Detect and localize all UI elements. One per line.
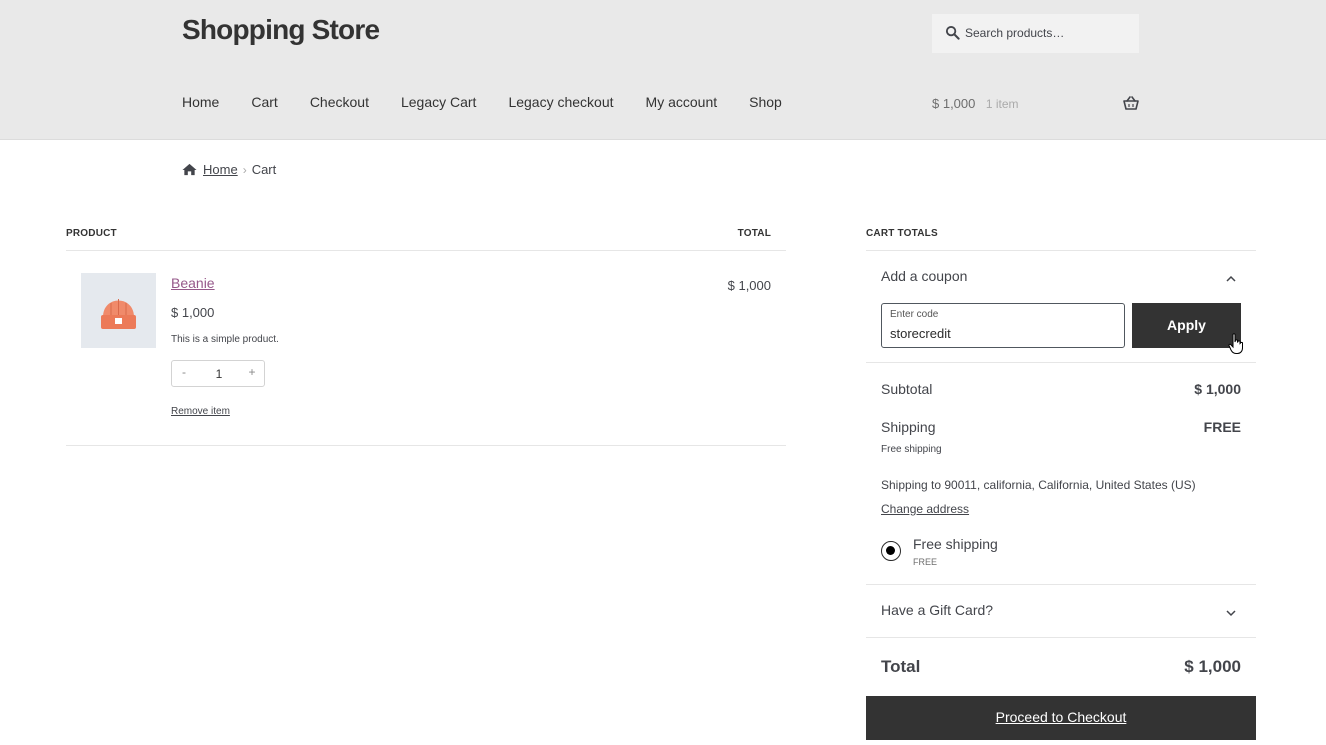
proceed-to-checkout-button[interactable]: Proceed to Checkout xyxy=(866,696,1256,740)
breadcrumb-home-link[interactable]: Home xyxy=(203,162,238,177)
beanie-image xyxy=(101,299,136,329)
mini-cart-count: 1 item xyxy=(985,97,1019,111)
breadcrumb: Home › Cart xyxy=(182,162,276,177)
shipping-method: Free shipping xyxy=(881,444,942,455)
search-placeholder: Search products… xyxy=(965,26,1065,40)
cart-totals-title: CART TOTALS xyxy=(866,228,938,239)
column-header-product: PRODUCT xyxy=(66,228,117,239)
nav-item-home[interactable]: Home xyxy=(182,94,219,110)
subtotal-value: $ 1,000 xyxy=(1194,381,1241,397)
divider xyxy=(866,362,1256,363)
product-price: $ 1,000 xyxy=(171,305,215,320)
basket-icon xyxy=(1123,96,1139,110)
quantity-input[interactable]: 1 xyxy=(206,367,232,381)
nav-item-shop[interactable]: Shop xyxy=(749,94,782,110)
apply-coupon-button[interactable]: Apply xyxy=(1132,303,1241,348)
shipping-destination: Shipping to 90011, california, Californi… xyxy=(881,478,1196,492)
nav-item-cart[interactable]: Cart xyxy=(251,94,277,110)
shipping-value: FREE xyxy=(1203,419,1241,435)
gift-card-toggle[interactable]: Have a Gift Card? xyxy=(881,602,993,618)
nav-item-legacy-cart[interactable]: Legacy Cart xyxy=(401,94,476,110)
divider xyxy=(66,250,786,251)
nav-item-legacy-checkout[interactable]: Legacy checkout xyxy=(508,94,613,110)
mini-cart[interactable]: $ 1,000 1 item xyxy=(932,95,1139,115)
coupon-toggle[interactable]: Add a coupon xyxy=(881,268,967,284)
mini-cart-amount: $ 1,000 xyxy=(932,96,976,111)
coupon-code-label: Enter code xyxy=(890,309,939,320)
quantity-decrease-button[interactable]: - xyxy=(174,365,194,379)
divider xyxy=(66,445,786,446)
divider xyxy=(866,250,1256,251)
chevron-up-icon[interactable] xyxy=(1226,275,1236,283)
free-shipping-radio-label[interactable]: Free shipping xyxy=(913,536,998,552)
free-shipping-radio-price: FREE xyxy=(913,557,938,567)
breadcrumb-current: Cart xyxy=(251,162,277,177)
free-shipping-radio[interactable] xyxy=(881,541,901,561)
coupon-code-value: storecredit xyxy=(890,326,951,341)
product-description: This is a simple product. xyxy=(171,334,279,345)
shipping-label: Shipping xyxy=(881,419,936,435)
primary-nav: Home Cart Checkout Legacy Cart Legacy ch… xyxy=(182,94,814,110)
site-title[interactable]: Shopping Store xyxy=(182,14,380,46)
quantity-stepper: - 1 + xyxy=(171,360,265,387)
product-name-link[interactable]: Beanie xyxy=(171,275,215,291)
subtotal-label: Subtotal xyxy=(881,381,933,397)
chevron-down-icon[interactable] xyxy=(1226,609,1236,617)
search-input[interactable]: Search products… xyxy=(932,14,1139,53)
home-icon xyxy=(182,163,197,176)
quantity-increase-button[interactable]: + xyxy=(242,365,262,379)
order-total-value: $ 1,000 xyxy=(1184,657,1241,676)
coupon-code-input[interactable]: Enter code storecredit xyxy=(881,303,1125,348)
product-thumbnail[interactable] xyxy=(81,273,156,348)
divider xyxy=(866,637,1256,638)
hand-pointer-icon xyxy=(1228,333,1243,354)
chevron-right-icon: › xyxy=(242,162,247,177)
site-header: Shopping Store Search products… Home Car… xyxy=(0,0,1326,140)
column-header-total: TOTAL xyxy=(737,228,771,239)
divider xyxy=(866,584,1256,585)
nav-item-checkout[interactable]: Checkout xyxy=(310,94,369,110)
search-icon xyxy=(945,25,960,40)
change-address-link[interactable]: Change address xyxy=(881,502,969,516)
line-total: $ 1,000 xyxy=(727,278,771,293)
remove-item-link[interactable]: Remove item xyxy=(171,406,230,417)
order-total-label: Total xyxy=(881,657,921,676)
nav-item-my-account[interactable]: My account xyxy=(646,94,718,110)
